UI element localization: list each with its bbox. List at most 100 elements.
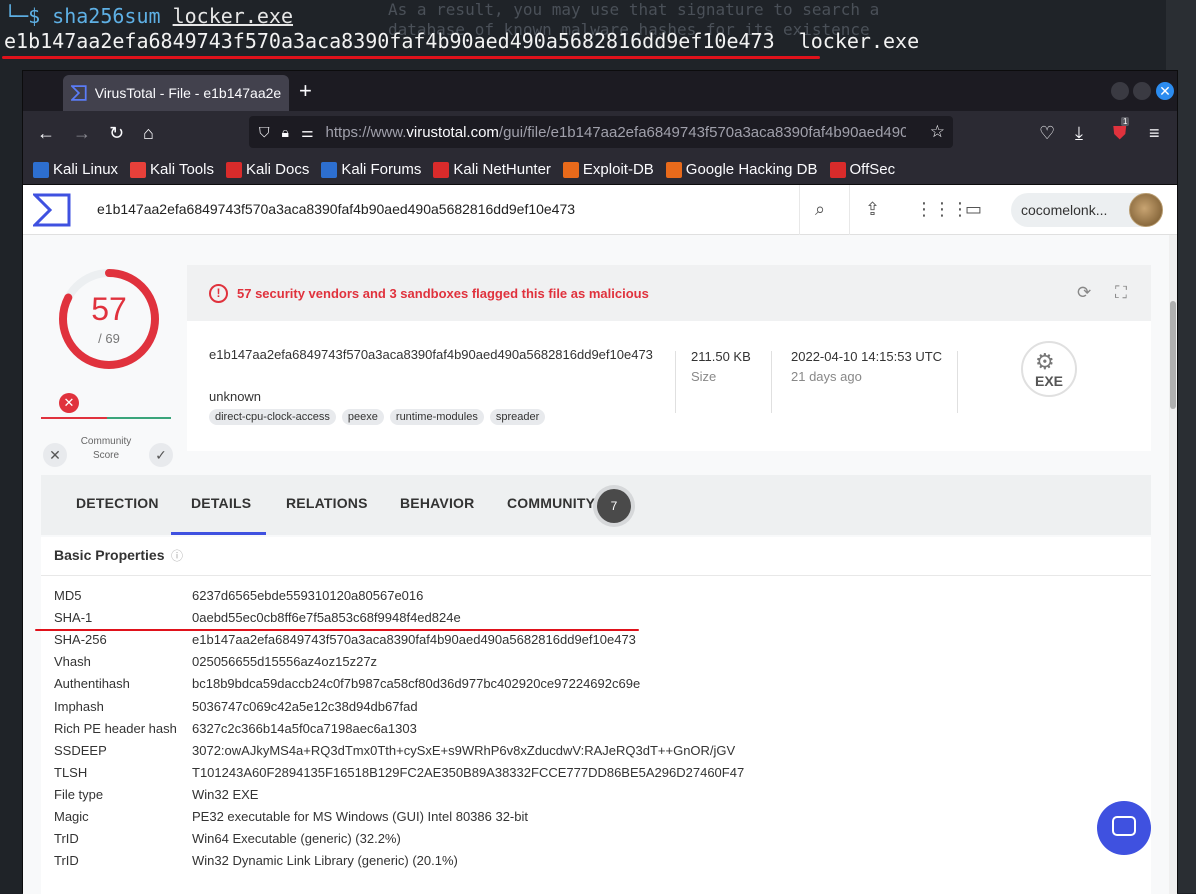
- community-score-marker: ✕: [59, 393, 79, 413]
- url-text[interactable]: https://www.virustotal.com/gui/file/e1b1…: [326, 124, 906, 141]
- menu-icon[interactable]: ≡: [1149, 123, 1160, 143]
- sha256-highlight-underline: [35, 629, 639, 631]
- virustotal-favicon-icon: [71, 85, 87, 101]
- bookmark-label: Kali Linux: [53, 161, 119, 178]
- navigation-toolbar: ← → ↻ ⌂ ⛉ 🔒︎ ⚌ https://www.virustotal.co…: [23, 111, 1177, 155]
- bookmark-item[interactable]: Kali Tools: [130, 161, 214, 178]
- url-bar[interactable]: ⛉ 🔒︎ ⚌ https://www.virustotal.com/gui/fi…: [249, 116, 953, 148]
- home-icon[interactable]: ⌂: [143, 123, 154, 143]
- extension-badge: 1: [1121, 117, 1130, 126]
- tab-detection[interactable]: DETECTION: [76, 495, 159, 511]
- community-score-label: Community Score: [80, 436, 132, 461]
- bookmark-item[interactable]: Kali NetHunter: [433, 161, 551, 178]
- similar-icon[interactable]: ⛶: [1115, 283, 1127, 303]
- tab-virustotal[interactable]: VirusTotal - File - e1b147aa2efa6849743f…: [63, 75, 289, 111]
- bookmark-item[interactable]: Exploit-DB: [562, 161, 654, 178]
- forward-arrow-icon[interactable]: →: [73, 123, 91, 143]
- scrollbar[interactable]: [1169, 235, 1177, 894]
- virustotal-logo-icon[interactable]: [33, 193, 71, 227]
- chat-bubble-icon: [1112, 816, 1136, 836]
- info-divider: [675, 351, 676, 413]
- properties-divider: [41, 575, 1151, 576]
- detection-count: 57: [91, 291, 127, 327]
- back-arrow-icon[interactable]: ←: [37, 123, 55, 143]
- file-tag[interactable]: direct-cpu-clock-access: [209, 409, 336, 425]
- tab-behavior[interactable]: BEHAVIOR: [400, 495, 474, 511]
- report-tabs: DETECTION DETAILS RELATIONS BEHAVIOR COM…: [41, 475, 1151, 535]
- property-value[interactable]: 5036747c069c42a5e12c38d94db67fad: [192, 699, 418, 714]
- tab-bar: VirusTotal - File - e1b147aa2efa6849743f…: [23, 71, 1177, 111]
- property-key: TrID: [54, 853, 79, 869]
- reload-icon[interactable]: ↻: [109, 123, 124, 143]
- exe-file-type-icon: ⚙ EXE: [1021, 341, 1077, 397]
- avatar[interactable]: [1129, 193, 1163, 227]
- property-key: Authentihash: [54, 676, 130, 692]
- property-value[interactable]: Win32 EXE: [192, 787, 258, 802]
- bookmark-item[interactable]: Google Hacking DB: [665, 161, 818, 178]
- bookmark-icon: [225, 161, 242, 178]
- bookmark-item[interactable]: Kali Linux: [33, 161, 118, 178]
- malicious-alert: ! 57 security vendors and 3 sandboxes fl…: [187, 265, 1151, 321]
- tab-details[interactable]: DETAILS: [191, 495, 251, 511]
- file-tag[interactable]: peexe: [341, 409, 384, 425]
- tab-title: VirusTotal - File - e1b147aa2efa6849743f…: [94, 85, 281, 101]
- file-tag[interactable]: spreader: [489, 409, 546, 425]
- reanalyze-icon[interactable]: ⟳: [1077, 283, 1091, 303]
- bookmark-item[interactable]: Kali Forums: [321, 161, 421, 178]
- download-icon[interactable]: ⤓: [1075, 123, 1083, 143]
- apps-grid-icon[interactable]: ⋮⋮⋮: [915, 199, 969, 220]
- scrollbar-thumb[interactable]: [1170, 301, 1176, 409]
- bookmark-icon: [562, 161, 579, 178]
- properties-title: Basic Properties: [54, 547, 165, 563]
- chat-button[interactable]: [1097, 801, 1151, 855]
- bookmark-label: Exploit-DB: [582, 161, 654, 178]
- downvote-button[interactable]: ✕: [43, 443, 67, 467]
- property-value[interactable]: PE32 executable for MS Windows (GUI) Int…: [192, 809, 528, 824]
- property-key: Magic: [54, 809, 89, 824]
- shield-icon[interactable]: ⛉: [259, 124, 270, 141]
- property-value[interactable]: 3072:owAJkyMS4a+RQ3dTmx0Tth+cySxE+s9WRhP…: [192, 743, 735, 758]
- new-tab-button[interactable]: +: [299, 80, 312, 102]
- bookmark-icon: [433, 161, 450, 178]
- bookmark-item[interactable]: OffSec: [829, 161, 895, 178]
- info-icon[interactable]: ⓘ: [171, 547, 183, 564]
- bookmark-item[interactable]: Kali Docs: [225, 161, 309, 178]
- file-hash[interactable]: e1b147aa2efa6849743f570a3aca8390faf4b90a…: [209, 345, 659, 365]
- search-input[interactable]: e1b147aa2efa6849743f570a3aca8390faf4b90a…: [97, 201, 575, 217]
- property-value[interactable]: Win32 Dynamic Link Library (generic) (20…: [192, 853, 458, 868]
- property-key: Vhash: [54, 654, 91, 670]
- gear-icon: ⚙: [1035, 349, 1055, 374]
- property-key: File type: [54, 786, 104, 802]
- community-score-bar-negative: [41, 417, 107, 419]
- terminal-argument: locker.exe: [172, 4, 294, 28]
- bookmark-star-icon[interactable]: ☆: [930, 122, 945, 142]
- tab-relations[interactable]: RELATIONS: [286, 495, 368, 511]
- basic-properties: Basic Properties ⓘ MD5 6237d6565ebde55931…: [35, 537, 1151, 894]
- property-value[interactable]: 6327c2c366b14a5f0ca7198aec6a1303: [192, 721, 417, 736]
- permissions-icon[interactable]: ⚌: [301, 124, 314, 141]
- upvote-button[interactable]: ✓: [149, 443, 173, 467]
- lock-icon[interactable]: 🔒︎: [282, 124, 289, 141]
- property-value[interactable]: Win64 Executable (generic) (32.2%): [192, 831, 401, 846]
- pocket-icon[interactable]: ♡: [1039, 123, 1055, 143]
- property-value[interactable]: e1b147aa2efa6849743f570a3aca8390faf4b90a…: [192, 632, 636, 647]
- search-icon[interactable]: ⌕: [815, 199, 825, 220]
- upload-icon[interactable]: ⇪: [865, 199, 880, 220]
- ublock-extension-icon[interactable]: ⛊: [1113, 123, 1127, 143]
- property-value[interactable]: T101243A60F2894135F16518B129FC2AE350B89A…: [192, 765, 744, 780]
- tab-community[interactable]: COMMUNITY: [507, 495, 595, 511]
- property-key: Imphash: [54, 698, 104, 714]
- user-menu[interactable]: cocomelonk...: [1011, 193, 1163, 227]
- property-value[interactable]: 0aebd55ec0cb8ff6e7f5a853c68f9948f4ed824e: [192, 610, 461, 625]
- property-value[interactable]: 6237d6565ebde559310120a80567e016: [192, 588, 423, 603]
- close-window-button[interactable]: ✕: [1156, 82, 1174, 100]
- file-tag[interactable]: runtime-modules: [389, 409, 484, 425]
- maximize-button[interactable]: [1133, 82, 1151, 100]
- info-divider: [771, 351, 772, 413]
- chat-icon[interactable]: ▭: [965, 199, 982, 220]
- property-value[interactable]: bc18b9bdca59daccb24c0f7b987ca58cf80d36d9…: [192, 676, 640, 691]
- vt-header: e1b147aa2efa6849743f570a3aca8390faf4b90a…: [23, 185, 1177, 235]
- bookmark-icon: [829, 161, 846, 178]
- property-value[interactable]: 025056655d15556az4oz15z27z: [192, 654, 377, 669]
- minimize-button[interactable]: [1111, 82, 1129, 100]
